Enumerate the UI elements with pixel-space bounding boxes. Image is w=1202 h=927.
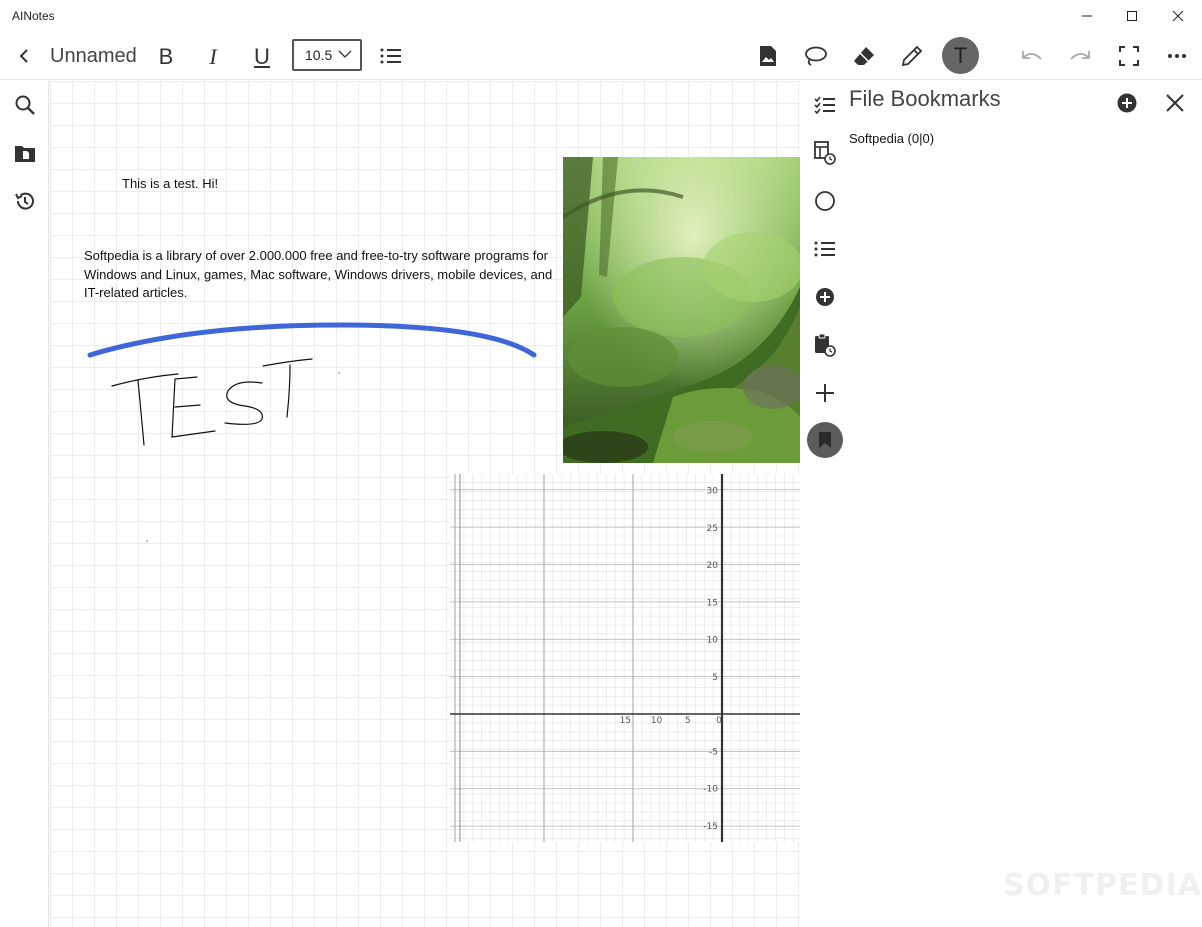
add-circle-button[interactable]	[807, 279, 843, 315]
y-tick-label: 10	[707, 636, 719, 646]
file-icon	[15, 146, 35, 162]
blue-stroke	[87, 322, 537, 358]
graph-background	[450, 474, 800, 842]
pen-button[interactable]	[892, 36, 932, 76]
bookmark-icon	[819, 432, 831, 448]
fullscreen-icon	[1119, 46, 1139, 66]
close-icon	[1166, 94, 1184, 112]
maximize-icon	[1127, 11, 1137, 21]
handwritten-test	[111, 358, 313, 446]
more-button[interactable]	[1157, 36, 1197, 76]
x-tick-label: 15	[620, 716, 631, 726]
font-size-value: 10.5	[305, 47, 333, 63]
note-canvas[interactable]: This is a test. Hi! Softpedia is a libra…	[50, 81, 800, 927]
history-icon	[15, 192, 34, 210]
list-icon	[814, 241, 835, 257]
app-title: AINotes	[12, 9, 55, 23]
bold-button[interactable]: B	[150, 40, 182, 74]
y-tick-label: 15	[707, 598, 718, 608]
graph-image[interactable]: 15 10 5 0 30 25 20 15 10 5 -5 -10 -15	[450, 474, 800, 842]
panel-title: File Bookmarks	[849, 86, 1001, 111]
close-panel-button[interactable]	[1165, 93, 1185, 118]
eraser-icon	[854, 47, 874, 65]
list-button[interactable]	[807, 231, 843, 267]
shape-circle-button[interactable]	[807, 183, 843, 219]
back-button[interactable]	[4, 36, 44, 76]
y-tick-label: 30	[707, 487, 719, 497]
back-icon	[19, 49, 28, 63]
clipboard-history-button[interactable]	[807, 327, 843, 363]
x-tick-label: 5	[685, 716, 691, 726]
add-button[interactable]	[807, 375, 843, 411]
bookmarks-panel: File Bookmarks Softpedia (0|0)	[849, 81, 1202, 927]
close-icon	[1172, 10, 1184, 22]
add-bookmark-button[interactable]	[1117, 93, 1137, 118]
bookmarks-button[interactable]	[807, 422, 843, 458]
pen-icon	[901, 45, 923, 67]
chevron-down-icon	[338, 50, 352, 58]
plus-icon	[816, 384, 834, 402]
more-icon	[1168, 54, 1186, 58]
y-tick-label: -5	[709, 747, 718, 757]
redo-button[interactable]	[1060, 36, 1100, 76]
files-button[interactable]	[8, 136, 42, 170]
fullscreen-button[interactable]	[1109, 36, 1149, 76]
italic-button[interactable]: I	[197, 40, 229, 74]
minimize-icon	[1082, 15, 1092, 17]
font-size-select[interactable]: 10.5	[292, 39, 362, 71]
search-button[interactable]	[8, 88, 42, 122]
lasso-icon	[805, 46, 827, 66]
undo-button[interactable]	[1012, 36, 1052, 76]
maximize-button[interactable]	[1109, 0, 1155, 32]
close-window-button[interactable]	[1155, 0, 1201, 32]
toolbar: Unnamed B I U 10.5 T	[0, 32, 1202, 80]
eraser-button[interactable]	[844, 36, 884, 76]
clipboard-history-icon	[815, 333, 836, 357]
y-tick-label: 20	[707, 561, 719, 571]
redo-icon	[1070, 51, 1090, 60]
insert-image-icon	[760, 46, 776, 66]
x-tick-label: 0	[716, 716, 722, 726]
undo-icon	[1022, 51, 1042, 60]
add-circle-icon	[1117, 93, 1137, 113]
forest-image	[563, 157, 800, 463]
left-nav	[0, 81, 49, 927]
history-button[interactable]	[8, 184, 42, 218]
table-history-icon	[814, 141, 836, 165]
side-toolbar	[801, 81, 849, 927]
forest-photo[interactable]	[563, 157, 800, 463]
y-tick-label: -10	[703, 785, 718, 795]
x-tick-label: 10	[651, 716, 663, 726]
title-bar: AINotes	[0, 0, 1202, 32]
underline-button[interactable]: U	[246, 40, 278, 74]
watermark: SOFTPEDIA	[1003, 868, 1202, 903]
bullet-list-icon	[380, 48, 401, 64]
text-tool-button[interactable]: T	[942, 37, 979, 74]
note-title[interactable]: Unnamed	[50, 45, 137, 68]
checklist-icon	[814, 96, 835, 114]
checklist-button[interactable]	[807, 87, 843, 123]
lasso-button[interactable]	[796, 36, 836, 76]
coordinate-grid: 15 10 5 0 30 25 20 15 10 5 -5 -10 -15	[450, 474, 800, 842]
y-tick-label: 5	[712, 673, 718, 683]
minimize-button[interactable]	[1064, 0, 1110, 32]
bullet-list-button[interactable]	[371, 36, 411, 76]
search-icon	[15, 95, 35, 115]
y-tick-label: -15	[703, 822, 718, 832]
bookmark-item[interactable]: Softpedia (0|0)	[849, 131, 934, 146]
circle-icon	[815, 191, 835, 211]
add-circle-icon	[816, 288, 834, 306]
y-tick-label: 25	[707, 524, 718, 534]
insert-image-button[interactable]	[748, 36, 788, 76]
table-history-button[interactable]	[807, 135, 843, 171]
